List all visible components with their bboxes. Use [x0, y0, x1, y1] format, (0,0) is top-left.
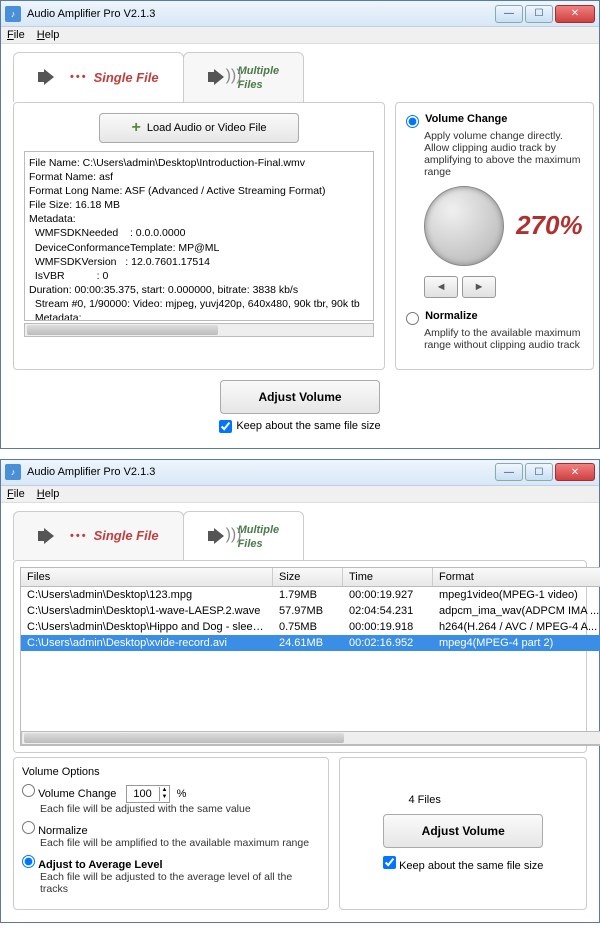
load-file-label: Load Audio or Video File [147, 122, 267, 134]
opt3-desc: Each file will be adjusted to the averag… [40, 871, 320, 895]
horizontal-scrollbar[interactable] [24, 323, 374, 337]
col-files[interactable]: Files [21, 568, 273, 586]
speaker-single-icon [38, 67, 62, 87]
radio-normalize[interactable] [406, 312, 419, 325]
spin-down[interactable]: ▼ [160, 794, 170, 801]
horizontal-scrollbar[interactable] [21, 731, 600, 745]
window-title: Audio Amplifier Pro V2.1.3 [27, 466, 495, 478]
tab-multiple-files[interactable]: ))) MultipleFiles [183, 511, 305, 561]
dots-icon: ••• [70, 530, 88, 542]
menu-help[interactable]: Help [37, 29, 60, 41]
table-header: Files Size Time Format [21, 568, 600, 587]
volume-decrease-button[interactable]: ◄ [424, 276, 458, 298]
menubar: File Help [1, 27, 599, 44]
volume-percent: 270% [516, 210, 583, 241]
tab-multi-label: MultipleFiles [238, 63, 280, 92]
tab-single-label: Single File [94, 70, 159, 85]
close-button[interactable]: ✕ [555, 5, 595, 23]
menu-file[interactable]: File [7, 488, 25, 500]
volume-input[interactable] [127, 788, 159, 800]
radio-average-level[interactable] [22, 855, 35, 868]
dots-icon: ••• [70, 71, 88, 83]
speaker-multi-icon: ))) [208, 67, 232, 87]
window-single-file: ♪ Audio Amplifier Pro V2.1.3 — ☐ ✕ File … [0, 0, 600, 449]
keep-filesize-checkbox[interactable] [219, 420, 232, 433]
file-panel: + Load Audio or Video File File Name: C:… [13, 102, 385, 370]
titlebar[interactable]: ♪ Audio Amplifier Pro V2.1.3 — ☐ ✕ [1, 1, 599, 27]
volume-increase-button[interactable]: ► [462, 276, 496, 298]
volume-change-desc: Apply volume change directly. Allow clip… [424, 130, 583, 178]
files-table: Files Size Time Format C:\Users\admin\De… [20, 567, 600, 746]
volume-dial[interactable] [424, 186, 504, 266]
minimize-button[interactable]: — [495, 5, 523, 23]
minimize-button[interactable]: — [495, 463, 523, 481]
opt2-desc: Each file will be amplified to the avail… [40, 837, 320, 849]
volume-change-title: Volume Change [425, 113, 507, 125]
file-count: 4 Files [408, 794, 440, 806]
window-multiple-files: ♪ Audio Amplifier Pro V2.1.3 — ☐ ✕ File … [0, 459, 600, 924]
normalize-desc: Amplify to the available maximum range w… [424, 327, 583, 351]
radio-volume-change[interactable] [406, 115, 419, 128]
table-row-selected[interactable]: C:\Users\admin\Desktop\xvide-record.avi2… [21, 635, 600, 651]
keep-filesize-label[interactable]: Keep about the same file size [219, 420, 380, 433]
tab-multi-label: MultipleFiles [238, 522, 280, 551]
window-title: Audio Amplifier Pro V2.1.3 [27, 8, 495, 20]
tab-single-file[interactable]: ••• Single File [13, 52, 184, 102]
volume-panel: Volume Change Apply volume change direct… [395, 102, 594, 370]
menubar: File Help [1, 486, 599, 503]
col-time[interactable]: Time [343, 568, 433, 586]
table-row[interactable]: C:\Users\admin\Desktop\1-wave-LAESP.2.wa… [21, 603, 600, 619]
volume-options-panel: Volume Options Volume Change ▲▼ % Each f… [13, 757, 329, 910]
radio-volume-change[interactable] [22, 784, 35, 797]
table-body: C:\Users\admin\Desktop\123.mpg1.79MB00:0… [21, 587, 600, 729]
close-button[interactable]: ✕ [555, 463, 595, 481]
table-row[interactable]: C:\Users\admin\Desktop\Hippo and Dog - s… [21, 619, 600, 635]
menu-help[interactable]: Help [37, 488, 60, 500]
menu-file[interactable]: File [7, 29, 25, 41]
tab-single-label: Single File [94, 528, 159, 543]
speaker-multi-icon: ))) [208, 526, 232, 546]
app-icon: ♪ [5, 6, 21, 22]
tab-single-file[interactable]: ••• Single File [13, 511, 184, 561]
table-row[interactable]: C:\Users\admin\Desktop\123.mpg1.79MB00:0… [21, 587, 600, 603]
opt-normalize[interactable]: Normalize [22, 825, 88, 837]
col-size[interactable]: Size [273, 568, 343, 586]
normalize-title: Normalize [425, 310, 478, 322]
maximize-button[interactable]: ☐ [525, 5, 553, 23]
tab-multiple-files[interactable]: ))) MultipleFiles [183, 52, 305, 102]
col-format[interactable]: Format [433, 568, 600, 586]
maximize-button[interactable]: ☐ [525, 463, 553, 481]
keep-filesize-label[interactable]: Keep about the same file size [383, 856, 543, 872]
adjust-volume-button[interactable]: Adjust Volume [383, 814, 543, 848]
volume-options-title: Volume Options [22, 766, 320, 778]
titlebar[interactable]: ♪ Audio Amplifier Pro V2.1.3 — ☐ ✕ [1, 460, 599, 486]
volume-spinbox[interactable]: ▲▼ [126, 785, 171, 803]
spin-up[interactable]: ▲ [160, 787, 170, 794]
radio-normalize[interactable] [22, 821, 35, 834]
adjust-panel: 4 Files Adjust Volume Keep about the sam… [339, 757, 587, 910]
file-info-box: File Name: C:\Users\admin\Desktop\Introd… [24, 151, 374, 321]
adjust-volume-button[interactable]: Adjust Volume [220, 380, 380, 414]
opt-volume-change[interactable]: Volume Change ▲▼ % [22, 788, 186, 800]
load-file-button[interactable]: + Load Audio or Video File [99, 113, 299, 143]
plus-icon: + [132, 119, 141, 137]
speaker-single-icon [38, 526, 62, 546]
keep-filesize-checkbox[interactable] [383, 856, 396, 869]
files-panel: Files Size Time Format C:\Users\admin\De… [13, 560, 587, 753]
opt1-desc: Each file will be adjusted with the same… [40, 803, 320, 815]
app-icon: ♪ [5, 464, 21, 480]
opt-average-level[interactable]: Adjust to Average Level [22, 859, 163, 871]
